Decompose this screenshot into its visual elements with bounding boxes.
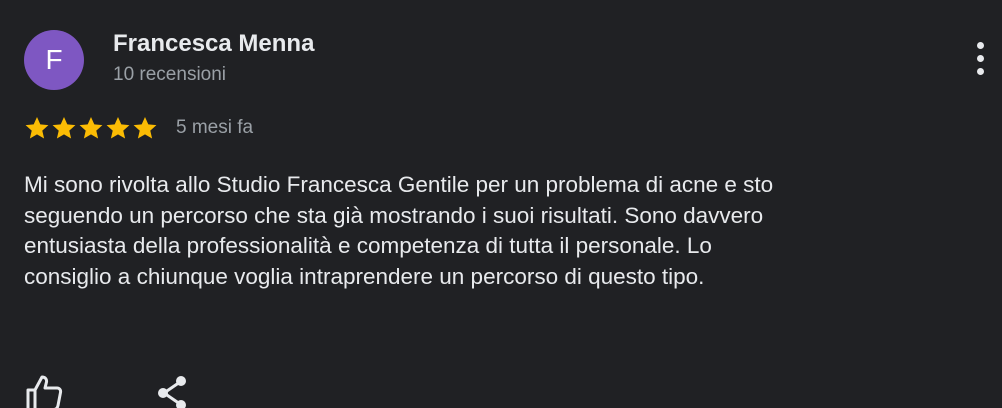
star-rating [24, 115, 158, 141]
more-vertical-icon-dot [976, 54, 984, 62]
like-button[interactable] [24, 372, 64, 408]
rating-row: 5 mesi fa [24, 114, 253, 142]
review-text-line: Mi sono rivolta allo Studio Francesca Ge… [24, 172, 774, 197]
author-review-count[interactable]: 10 recensioni [113, 64, 226, 86]
review-date: 5 mesi fa [176, 117, 254, 138]
share-icon [158, 376, 186, 408]
review-text-line: seguendo un percorso che sta già mostran… [24, 202, 764, 228]
review-card: F Francesca Menna 10 recensioni 5 mesi f… [0, 0, 1002, 408]
star-icon [133, 116, 157, 139]
more-options-button[interactable] [960, 36, 1000, 80]
thumb-up-icon [26, 375, 63, 408]
star-icon [25, 116, 49, 139]
more-vertical-icon-dot [976, 67, 984, 75]
review-text: Mi sono rivolta allo Studio Francesca Ge… [24, 170, 974, 292]
review-text-line: consiglio a chiunque voglia intraprender… [24, 263, 705, 289]
star-icon [79, 116, 103, 139]
star-icon [106, 116, 130, 139]
share-button[interactable] [154, 372, 194, 408]
author-name[interactable]: Francesca Menna [113, 30, 314, 58]
avatar[interactable]: F [24, 30, 84, 90]
star-icon [52, 116, 76, 139]
review-text-line: entusiasta della professionalità e compe… [24, 233, 712, 258]
more-vertical-icon [976, 41, 984, 49]
